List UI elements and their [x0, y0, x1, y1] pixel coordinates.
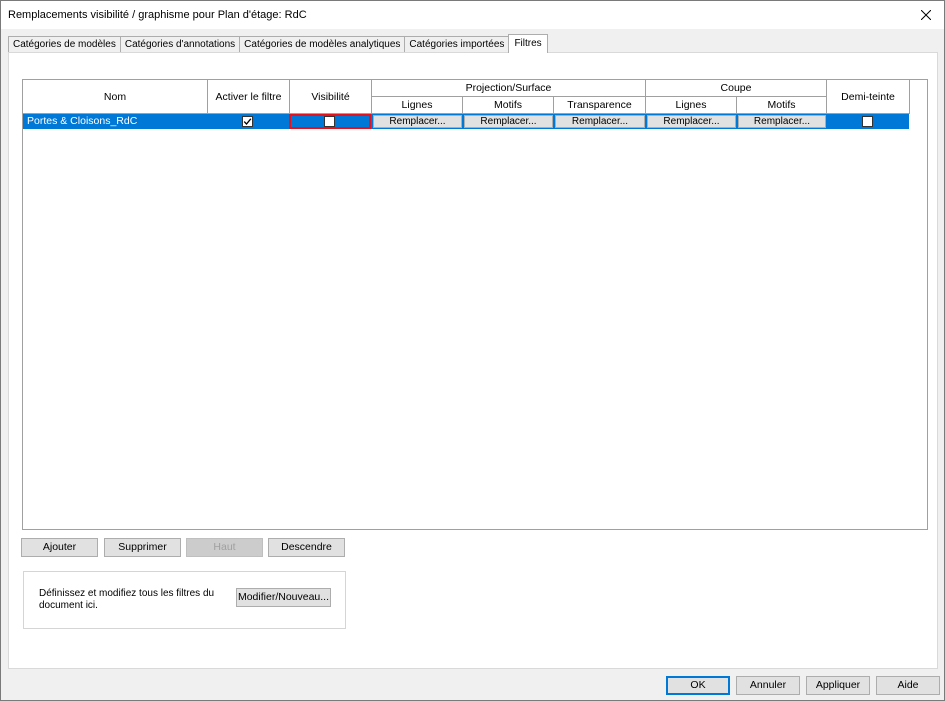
- filter-info-text: Définissez et modifiez tous les filtres …: [39, 588, 215, 611]
- dialog-window: Remplacements visibilité / graphisme pou…: [0, 0, 945, 701]
- tab-categories-modeles[interactable]: Catégories de modèles: [8, 36, 121, 53]
- tab-strip: Catégories de modèles Catégories d'annot…: [8, 34, 548, 53]
- table-row[interactable]: Portes & Cloisons_RdC Remplacer... Rempl…: [23, 114, 909, 129]
- checkmark-icon: [243, 118, 252, 125]
- ok-button[interactable]: OK: [666, 676, 730, 695]
- header-visibilite[interactable]: Visibilité: [290, 80, 372, 114]
- demi-teinte-checkbox[interactable]: [862, 116, 873, 127]
- visibilite-checkbox[interactable]: [324, 116, 335, 127]
- proj-transparence-remplacer-button[interactable]: Remplacer...: [555, 115, 645, 128]
- dialog-title: Remplacements visibilité / graphisme pou…: [8, 9, 307, 21]
- tab-categories-importees[interactable]: Catégories importées: [404, 36, 510, 53]
- close-button[interactable]: [908, 1, 944, 29]
- title-bar: Remplacements visibilité / graphisme pou…: [1, 1, 944, 29]
- header-proj-lignes[interactable]: Lignes: [372, 97, 463, 114]
- ajouter-button[interactable]: Ajouter: [21, 538, 98, 557]
- activer-filtre-checkbox[interactable]: [242, 116, 253, 127]
- filter-info-group: Définissez et modifiez tous les filtres …: [23, 571, 346, 629]
- header-coupe-lignes[interactable]: Lignes: [646, 97, 737, 114]
- header-proj-motifs[interactable]: Motifs: [463, 97, 554, 114]
- filter-name-cell[interactable]: Portes & Cloisons_RdC: [27, 114, 137, 129]
- header-coupe-motifs[interactable]: Motifs: [737, 97, 827, 114]
- header-activer-filtre[interactable]: Activer le filtre: [208, 80, 290, 114]
- filters-grid: Nom Activer le filtre Visibilité Project…: [22, 79, 928, 530]
- supprimer-button[interactable]: Supprimer: [104, 538, 181, 557]
- close-icon: [921, 10, 931, 20]
- header-nom[interactable]: Nom: [23, 80, 208, 114]
- header-coupe: Coupe: [646, 80, 827, 97]
- tab-categories-annotations[interactable]: Catégories d'annotations: [119, 36, 241, 53]
- tab-filtres[interactable]: Filtres: [508, 34, 548, 53]
- descendre-button[interactable]: Descendre: [268, 538, 345, 557]
- header-projection-surface: Projection/Surface: [372, 80, 646, 97]
- header-proj-transparence[interactable]: Transparence: [554, 97, 646, 114]
- coupe-lignes-remplacer-button[interactable]: Remplacer...: [647, 115, 736, 128]
- haut-button[interactable]: Haut: [186, 538, 263, 557]
- header-demi-teinte[interactable]: Demi-teinte: [827, 80, 910, 114]
- annuler-button[interactable]: Annuler: [736, 676, 800, 695]
- filtres-panel: Nom Activer le filtre Visibilité Project…: [8, 52, 938, 669]
- proj-lignes-remplacer-button[interactable]: Remplacer...: [373, 115, 462, 128]
- tab-categories-analytiques[interactable]: Catégories de modèles analytiques: [239, 36, 406, 53]
- proj-motifs-remplacer-button[interactable]: Remplacer...: [464, 115, 553, 128]
- modifier-nouveau-button[interactable]: Modifier/Nouveau...: [236, 588, 331, 607]
- aide-button[interactable]: Aide: [876, 676, 940, 695]
- coupe-motifs-remplacer-button[interactable]: Remplacer...: [738, 115, 826, 128]
- appliquer-button[interactable]: Appliquer: [806, 676, 870, 695]
